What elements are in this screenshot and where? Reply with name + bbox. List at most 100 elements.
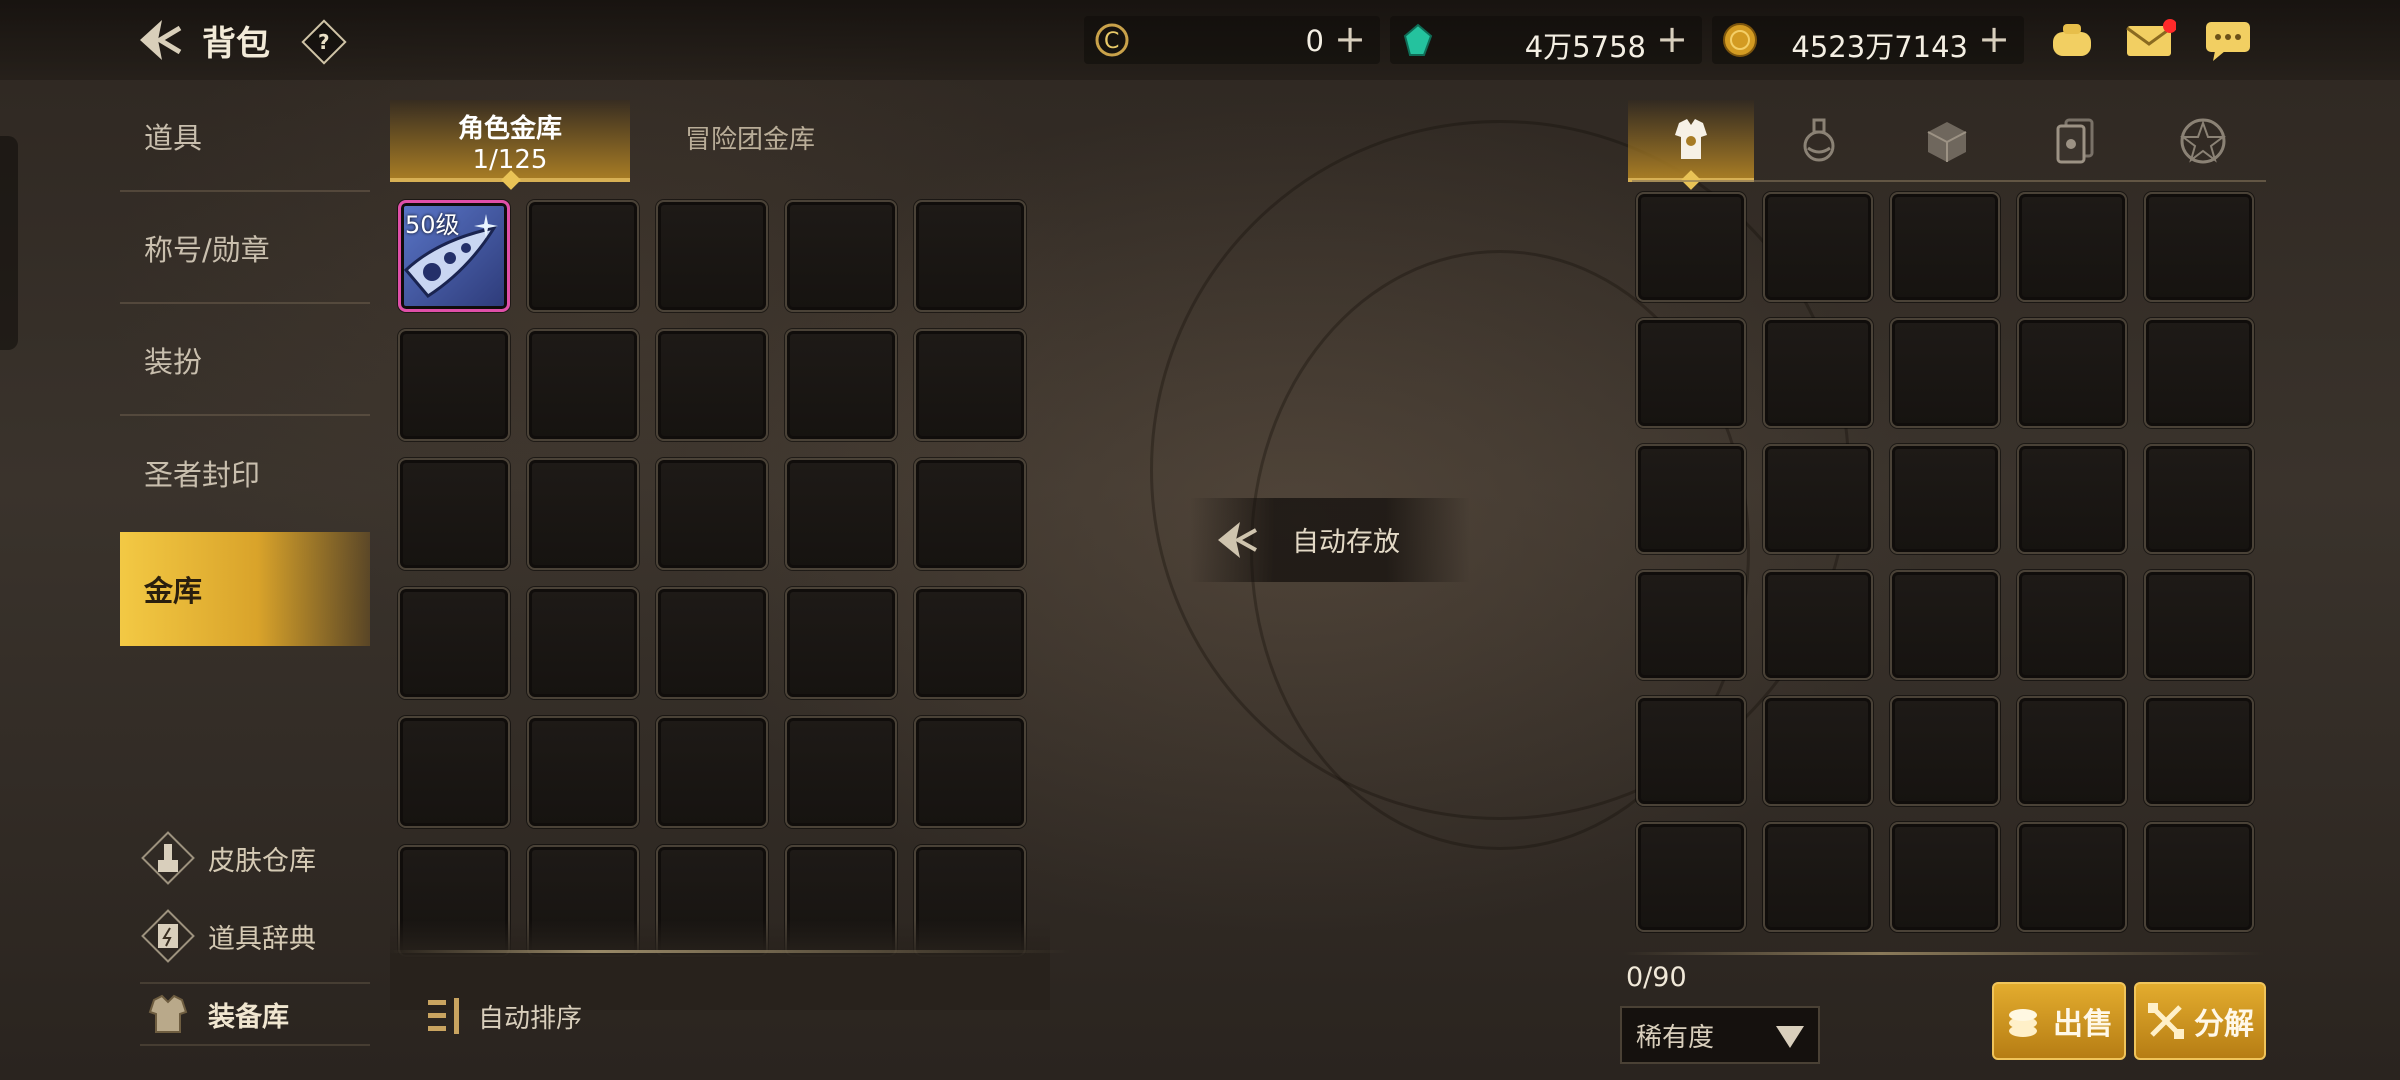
sidebar-item-costume[interactable]: 装扮 [120,306,370,416]
equipment-storage-label: 装备库 [208,1001,289,1033]
inventory-slot[interactable] [1763,318,1873,428]
tab-emblems[interactable] [2140,100,2266,182]
help-button[interactable]: ? [301,19,347,65]
sidebar-item-vault[interactable]: 金库 [120,532,370,646]
add-c-coin-button[interactable]: + [1332,20,1368,60]
vault-slot[interactable] [398,587,510,699]
sidebar-item-items[interactable]: 道具 [120,82,370,192]
inventory-slot[interactable] [2144,822,2254,932]
inventory-slot[interactable] [2017,570,2127,680]
vault-slot[interactable] [656,329,768,441]
vault-slot[interactable] [527,587,639,699]
inventory-slot[interactable] [1890,318,2000,428]
tab-materials[interactable] [1884,100,2010,182]
chat-icon [2206,22,2250,61]
vault-slot[interactable] [527,458,639,570]
inventory-slot[interactable] [2017,696,2127,806]
item-dictionary-link[interactable]: 道具辞典 [140,904,316,968]
inventory-slot[interactable] [1763,192,1873,302]
inventory-slot[interactable] [2017,318,2127,428]
vault-slot[interactable] [398,716,510,828]
pouch-button[interactable] [2044,14,2100,66]
skin-storage-label: 皮肤仓库 [208,845,316,877]
vault-slot[interactable] [656,200,768,312]
inventory-slot[interactable] [1636,192,1746,302]
decompose-button[interactable]: 分解 [2134,982,2266,1060]
vault-slot[interactable] [527,716,639,828]
vault-slot[interactable] [914,200,1026,312]
tab-cards[interactable] [2012,100,2138,182]
divider [1624,952,2264,955]
inventory-slot[interactable] [1763,570,1873,680]
inventory-slot[interactable] [1636,444,1746,554]
vault-slot[interactable] [785,458,897,570]
vault-slot[interactable] [398,458,510,570]
inventory-slot[interactable] [1763,696,1873,806]
inventory-slot[interactable] [2017,822,2127,932]
currency-green-gem: 4万5758 + [1390,16,1702,64]
vault-slot[interactable] [914,587,1026,699]
currency-gold-coin: 4523万7143 + [1712,16,2024,64]
divider [390,950,1070,953]
caret-down-icon [1776,1026,1804,1048]
inventory-slot[interactable] [2144,192,2254,302]
inventory-slot[interactable] [1890,444,2000,554]
auto-store-button[interactable]: 自动存放 [1190,498,1470,582]
inventory-slot[interactable] [1636,696,1746,806]
green-gem-icon [1400,22,1436,58]
vault-slot[interactable] [527,200,639,312]
inventory-slot[interactable] [2144,444,2254,554]
inventory-slot[interactable] [1890,696,2000,806]
item-level: 50级 [405,211,460,239]
sidebar-item-seal[interactable]: 圣者封印 [120,418,370,528]
inventory-slot[interactable] [2144,318,2254,428]
inventory-slot[interactable] [2017,192,2127,302]
svg-text:C: C [1104,29,1119,54]
vault-slot[interactable] [785,200,897,312]
skin-storage-link[interactable]: 皮肤仓库 [140,826,316,890]
inventory-slot[interactable] [1890,822,2000,932]
vault-slot[interactable] [785,716,897,828]
currency-c-coin: C 0 + [1084,16,1380,64]
auto-sort-button[interactable]: 自动排序 [424,990,582,1042]
vault-slot[interactable] [656,716,768,828]
add-gold-coin-button[interactable]: + [1976,20,2012,60]
back-button[interactable] [132,14,188,66]
inventory-slot[interactable] [2017,444,2127,554]
add-green-gem-button[interactable]: + [1654,20,1690,60]
equipment-storage-link[interactable]: 装备库 [140,982,370,1046]
vault-slot[interactable] [914,458,1026,570]
sell-label: 出售 [2053,1007,2113,1042]
mail-button[interactable] [2122,14,2178,66]
inventory-slot[interactable] [2144,696,2254,806]
gold-coin-value: 4523万7143 [1791,30,1968,64]
gold-coin-icon [1722,22,1758,58]
inventory-slot[interactable] [1890,570,2000,680]
vault-slot[interactable] [656,458,768,570]
help-icon: ? [318,29,330,54]
inventory-slot[interactable] [1636,822,1746,932]
sidebar-item-label: 道具 [144,121,203,155]
vault-slot[interactable] [398,329,510,441]
inventory-slot[interactable] [1763,822,1873,932]
sidebar-item-label: 称号/勋章 [144,233,270,267]
sidebar-item-titles[interactable]: 称号/勋章 [120,194,370,304]
rarity-sort-select[interactable]: 稀有度 [1620,1006,1820,1064]
vault-slot[interactable] [785,587,897,699]
tab-adventure-vault[interactable]: 冒险团金库 [630,100,870,182]
vault-slot[interactable] [914,716,1026,828]
sell-button[interactable]: 出售 [1992,982,2126,1060]
inventory-slot[interactable] [1636,318,1746,428]
vault-slot[interactable] [656,587,768,699]
vault-item-slot[interactable]: 50级 [398,200,510,312]
vault-slot[interactable] [785,329,897,441]
tab-consumables[interactable] [1756,100,1882,182]
inventory-slot[interactable] [1890,192,2000,302]
chat-button[interactable] [2200,14,2256,66]
vault-slot[interactable] [527,329,639,441]
vault-slot[interactable] [914,329,1026,441]
inventory-slot[interactable] [2144,570,2254,680]
inventory-slot[interactable] [1763,444,1873,554]
back-arrow-icon [140,20,182,60]
inventory-slot[interactable] [1636,570,1746,680]
